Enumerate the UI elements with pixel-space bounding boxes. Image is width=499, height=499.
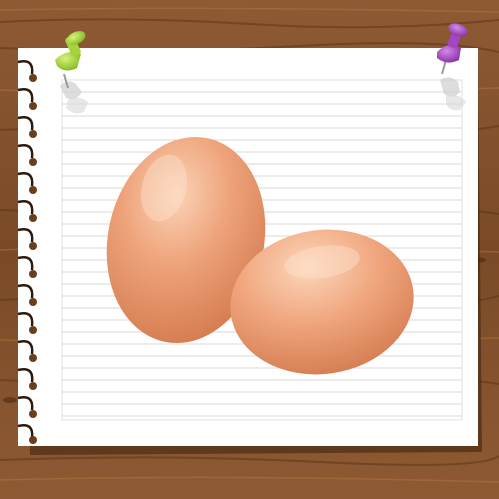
illustration (0, 0, 499, 499)
scene (0, 0, 499, 499)
